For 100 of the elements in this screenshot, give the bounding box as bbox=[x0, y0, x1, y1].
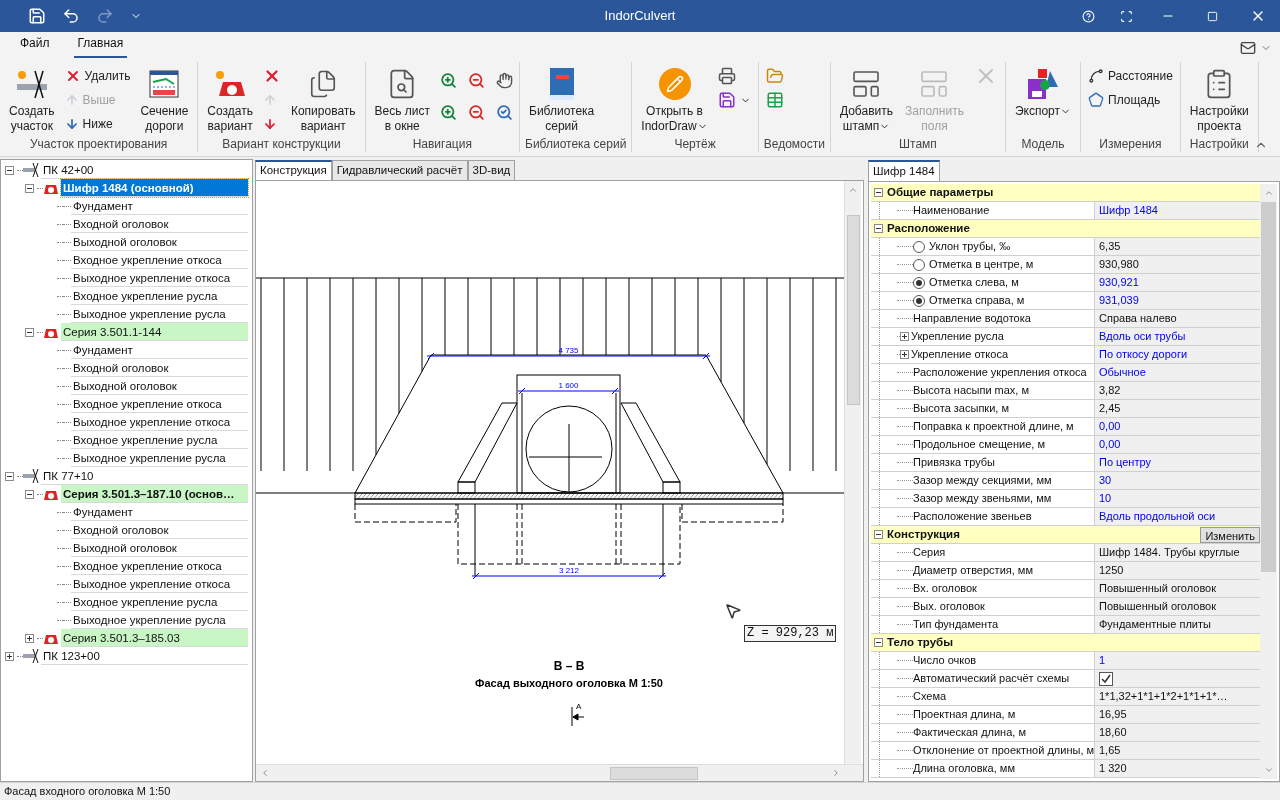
ribbon-button[interactable]: Расстояние bbox=[1086, 66, 1175, 86]
ribbon-icon-button[interactable] bbox=[438, 102, 458, 122]
collapse-icon[interactable] bbox=[5, 165, 14, 175]
change-button[interactable]: Изменить bbox=[1200, 526, 1260, 543]
property-value[interactable]: 18,60 bbox=[1099, 724, 1127, 741]
section-mark: А bbox=[576, 702, 582, 711]
ribbon-button[interactable]: Настройки проекта bbox=[1185, 62, 1253, 136]
ribbon-button[interactable]: Добавить штамп bbox=[835, 62, 897, 136]
expand-icon[interactable] bbox=[900, 350, 909, 359]
tree-item[interactable]: Входное укрепление откоса bbox=[71, 251, 248, 269]
tree-item[interactable]: Выходное укрепление откоса bbox=[71, 269, 248, 287]
property-value[interactable]: 1,65 bbox=[1099, 742, 1121, 759]
tree-item[interactable]: Входное укрепление откоса bbox=[71, 557, 248, 575]
ribbon-tab[interactable]: Главная bbox=[73, 34, 128, 58]
ribbon-button[interactable]: Экспорт bbox=[1010, 62, 1075, 136]
tree-item[interactable]: Шифр 1484 (основной) bbox=[61, 179, 248, 197]
property-name: Отметка справа, м bbox=[929, 293, 1025, 309]
ribbon-icon-button[interactable] bbox=[438, 70, 458, 90]
ribbon-button[interactable]: Создать участок bbox=[5, 62, 59, 136]
radio-button[interactable] bbox=[913, 240, 925, 253]
property-name: Укрепление откоса bbox=[911, 347, 1008, 363]
ribbon-button[interactable]: Библиотека серий bbox=[525, 62, 599, 136]
tree-item[interactable]: Выходное укрепление откоса bbox=[71, 413, 248, 431]
toolbar-button[interactable] bbox=[62, 7, 80, 25]
expand-icon[interactable] bbox=[900, 332, 909, 341]
collapse-icon[interactable] bbox=[874, 224, 883, 233]
collapse-icon[interactable] bbox=[874, 188, 883, 197]
ribbon-button[interactable]: Копировать вариант bbox=[286, 62, 360, 136]
arrow-down-icon bbox=[64, 117, 79, 131]
zoom-out-icon bbox=[467, 103, 485, 121]
tree-item[interactable]: Серия 3.501.3–187.10 (основ… bbox=[61, 485, 248, 503]
property-value[interactable]: 3,82 bbox=[1099, 382, 1121, 399]
ribbon-button[interactable]: Удалить bbox=[62, 66, 133, 86]
property-value[interactable]: 2,45 bbox=[1099, 400, 1121, 417]
section-header[interactable]: Расположение bbox=[871, 220, 1260, 238]
tree-item[interactable]: Выходной оголовок bbox=[71, 233, 248, 251]
property-value[interactable]: 6,35 bbox=[1099, 238, 1121, 255]
property-value[interactable]: 16,95 bbox=[1099, 706, 1127, 723]
tree-item[interactable]: Выходной оголовок bbox=[71, 539, 248, 557]
vertical-scrollbar[interactable] bbox=[844, 181, 861, 764]
property-tab[interactable]: Шифр 1484 bbox=[868, 160, 940, 181]
tree-item[interactable]: Фундамент bbox=[71, 197, 248, 215]
radio-button[interactable] bbox=[913, 294, 925, 307]
collapse-icon[interactable] bbox=[874, 530, 883, 539]
view-tab[interactable]: Конструкция bbox=[255, 160, 332, 180]
property-value[interactable]: 1 bbox=[1099, 652, 1106, 669]
property-value[interactable]: 1 320 bbox=[1099, 760, 1127, 777]
check-icon bbox=[1101, 673, 1111, 684]
view-tab[interactable]: 3D-вид bbox=[467, 160, 516, 180]
ribbon-icon-button[interactable] bbox=[466, 102, 486, 122]
tree-item[interactable]: Входное укрепление русла bbox=[71, 287, 248, 305]
tree-item[interactable]: Входное укрепление русла bbox=[71, 593, 248, 611]
tree-item[interactable]: Фундамент bbox=[71, 341, 248, 359]
tree-item[interactable]: Выходной оголовок bbox=[71, 377, 248, 395]
expand-icon[interactable] bbox=[25, 633, 34, 643]
ribbon-button[interactable]: Площадь bbox=[1086, 90, 1175, 110]
property-value[interactable]: 10 bbox=[1099, 490, 1112, 507]
tree-item[interactable]: Входное укрепление русла bbox=[71, 431, 248, 449]
toolbar-button[interactable] bbox=[28, 7, 46, 25]
radio-button[interactable] bbox=[913, 276, 925, 289]
property-value[interactable]: 1250 bbox=[1099, 562, 1124, 579]
export-model-icon bbox=[1025, 67, 1060, 101]
ribbon-button[interactable]: Весь лист в окне bbox=[370, 62, 434, 136]
ribbon-button[interactable]: Сечение дороги bbox=[136, 62, 193, 136]
tree-item[interactable]: Входной оголовок bbox=[71, 215, 248, 233]
printer-icon bbox=[717, 67, 736, 85]
radio-button[interactable] bbox=[913, 258, 925, 271]
view-tab[interactable]: Гидравлический расчёт bbox=[331, 160, 468, 180]
checkbox[interactable] bbox=[1099, 671, 1113, 686]
tree-item[interactable]: ПК 123+00 bbox=[41, 647, 248, 665]
tree-item[interactable]: Серия 3.501.3–185.03 bbox=[61, 629, 248, 647]
mail-icon[interactable] bbox=[1240, 40, 1256, 56]
section-header[interactable]: Конструкция Изменить bbox=[871, 526, 1260, 544]
collapse-icon[interactable] bbox=[25, 327, 34, 337]
tree-item[interactable]: Входное укрепление откоса bbox=[71, 395, 248, 413]
tree-item[interactable]: Серия 3.501.1-144 bbox=[61, 323, 248, 341]
ribbon-button[interactable]: Ниже bbox=[62, 114, 133, 134]
book-icon bbox=[547, 67, 576, 101]
section-header[interactable]: Общие параметры bbox=[871, 184, 1260, 202]
ribbon-icon-button[interactable] bbox=[466, 70, 486, 90]
collapse-icon[interactable] bbox=[25, 489, 34, 499]
ribbon-tab[interactable]: Файл bbox=[16, 34, 54, 58]
ribbon-button[interactable]: Создать вариант bbox=[203, 62, 257, 136]
property-value[interactable]: 0,00 bbox=[1099, 418, 1121, 435]
tree-item[interactable]: Выходное укрепление откоса bbox=[71, 575, 248, 593]
collapse-icon[interactable] bbox=[874, 638, 883, 647]
tree-item[interactable]: Входной оголовок bbox=[71, 359, 248, 377]
tree-item[interactable]: Входной оголовок bbox=[71, 521, 248, 539]
ribbon-icon-button[interactable] bbox=[494, 70, 514, 90]
section-header[interactable]: Тело трубы bbox=[871, 634, 1260, 652]
tree-item[interactable]: Фундамент bbox=[71, 503, 248, 521]
property-name: Расположение звеньев bbox=[913, 509, 1032, 525]
property-value[interactable]: 30 bbox=[1099, 472, 1112, 489]
ribbon-icon-button[interactable] bbox=[494, 102, 514, 122]
tree-item[interactable]: Выходное укрепление русла bbox=[71, 449, 248, 467]
ribbon-button[interactable]: Открыть в IndorDraw bbox=[637, 62, 712, 136]
property-value[interactable]: 0,00 bbox=[1099, 436, 1121, 453]
collapse-icon[interactable] bbox=[25, 183, 34, 193]
collapse-icon[interactable] bbox=[5, 471, 14, 481]
expand-icon[interactable] bbox=[5, 651, 14, 661]
